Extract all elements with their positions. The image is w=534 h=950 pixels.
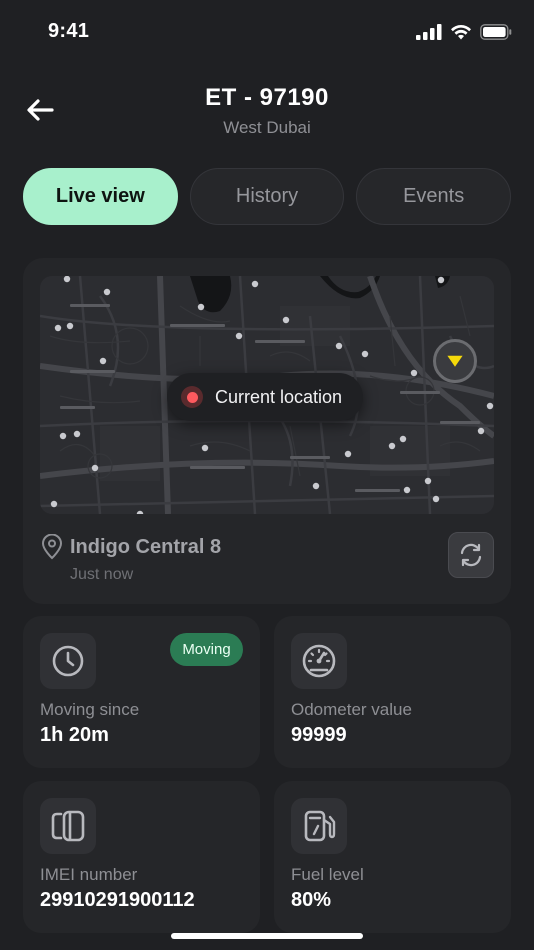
vehicle-marker[interactable] [433, 339, 477, 383]
moving-since-card: Moving Moving since 1h 20m [23, 616, 260, 768]
imei-card: IMEI number 29910291900112 [23, 781, 260, 933]
fuel-level-label: Fuel level [291, 865, 364, 884]
fuel-level-value: 80% [291, 889, 332, 911]
status-icons [416, 24, 512, 40]
vehicle-detail-screen: 9:41 ET - 97190 West Dubai Live view His… [0, 0, 534, 950]
wifi-icon [451, 24, 471, 40]
fuel-level-card: Fuel level 80% [274, 781, 511, 933]
updated-time: Just now [70, 566, 134, 583]
battery-icon [480, 24, 512, 40]
moving-since-label: Moving since [40, 700, 140, 719]
current-location-callout[interactable]: Current location [167, 373, 363, 421]
device-icon [40, 798, 96, 854]
odometer-card: Odometer value 99999 [274, 616, 511, 768]
address-text: Indigo Central 8 [70, 535, 222, 558]
imei-value: 29910291900112 [40, 889, 195, 911]
speedometer-icon [291, 633, 347, 689]
moving-status-badge: Moving [170, 633, 243, 666]
status-time: 9:41 [48, 20, 90, 42]
refresh-button[interactable] [448, 532, 494, 578]
home-indicator[interactable] [171, 933, 363, 939]
page-subtitle: West Dubai [223, 118, 311, 137]
cellular-signal-icon [416, 24, 442, 40]
moving-since-value: 1h 20m [40, 724, 109, 746]
tab-events[interactable]: Events [356, 168, 512, 225]
odometer-value: 99999 [291, 724, 347, 746]
location-dot-icon [181, 386, 203, 408]
refresh-icon [460, 543, 482, 567]
view-tabs: Live view History Events [23, 168, 512, 225]
current-location-label: Current location [215, 386, 343, 407]
page-title: ET - 97190 [205, 84, 329, 111]
address-row: Indigo Central 8 [40, 534, 221, 560]
odometer-label: Odometer value [291, 700, 412, 719]
clock-icon [40, 633, 96, 689]
navigation-arrow-icon [445, 354, 465, 369]
imei-label: IMEI number [40, 865, 138, 884]
map-pin-icon [41, 534, 63, 560]
tab-live-view[interactable]: Live view [23, 168, 178, 225]
fuel-pump-icon [291, 798, 347, 854]
tab-history[interactable]: History [189, 168, 345, 225]
